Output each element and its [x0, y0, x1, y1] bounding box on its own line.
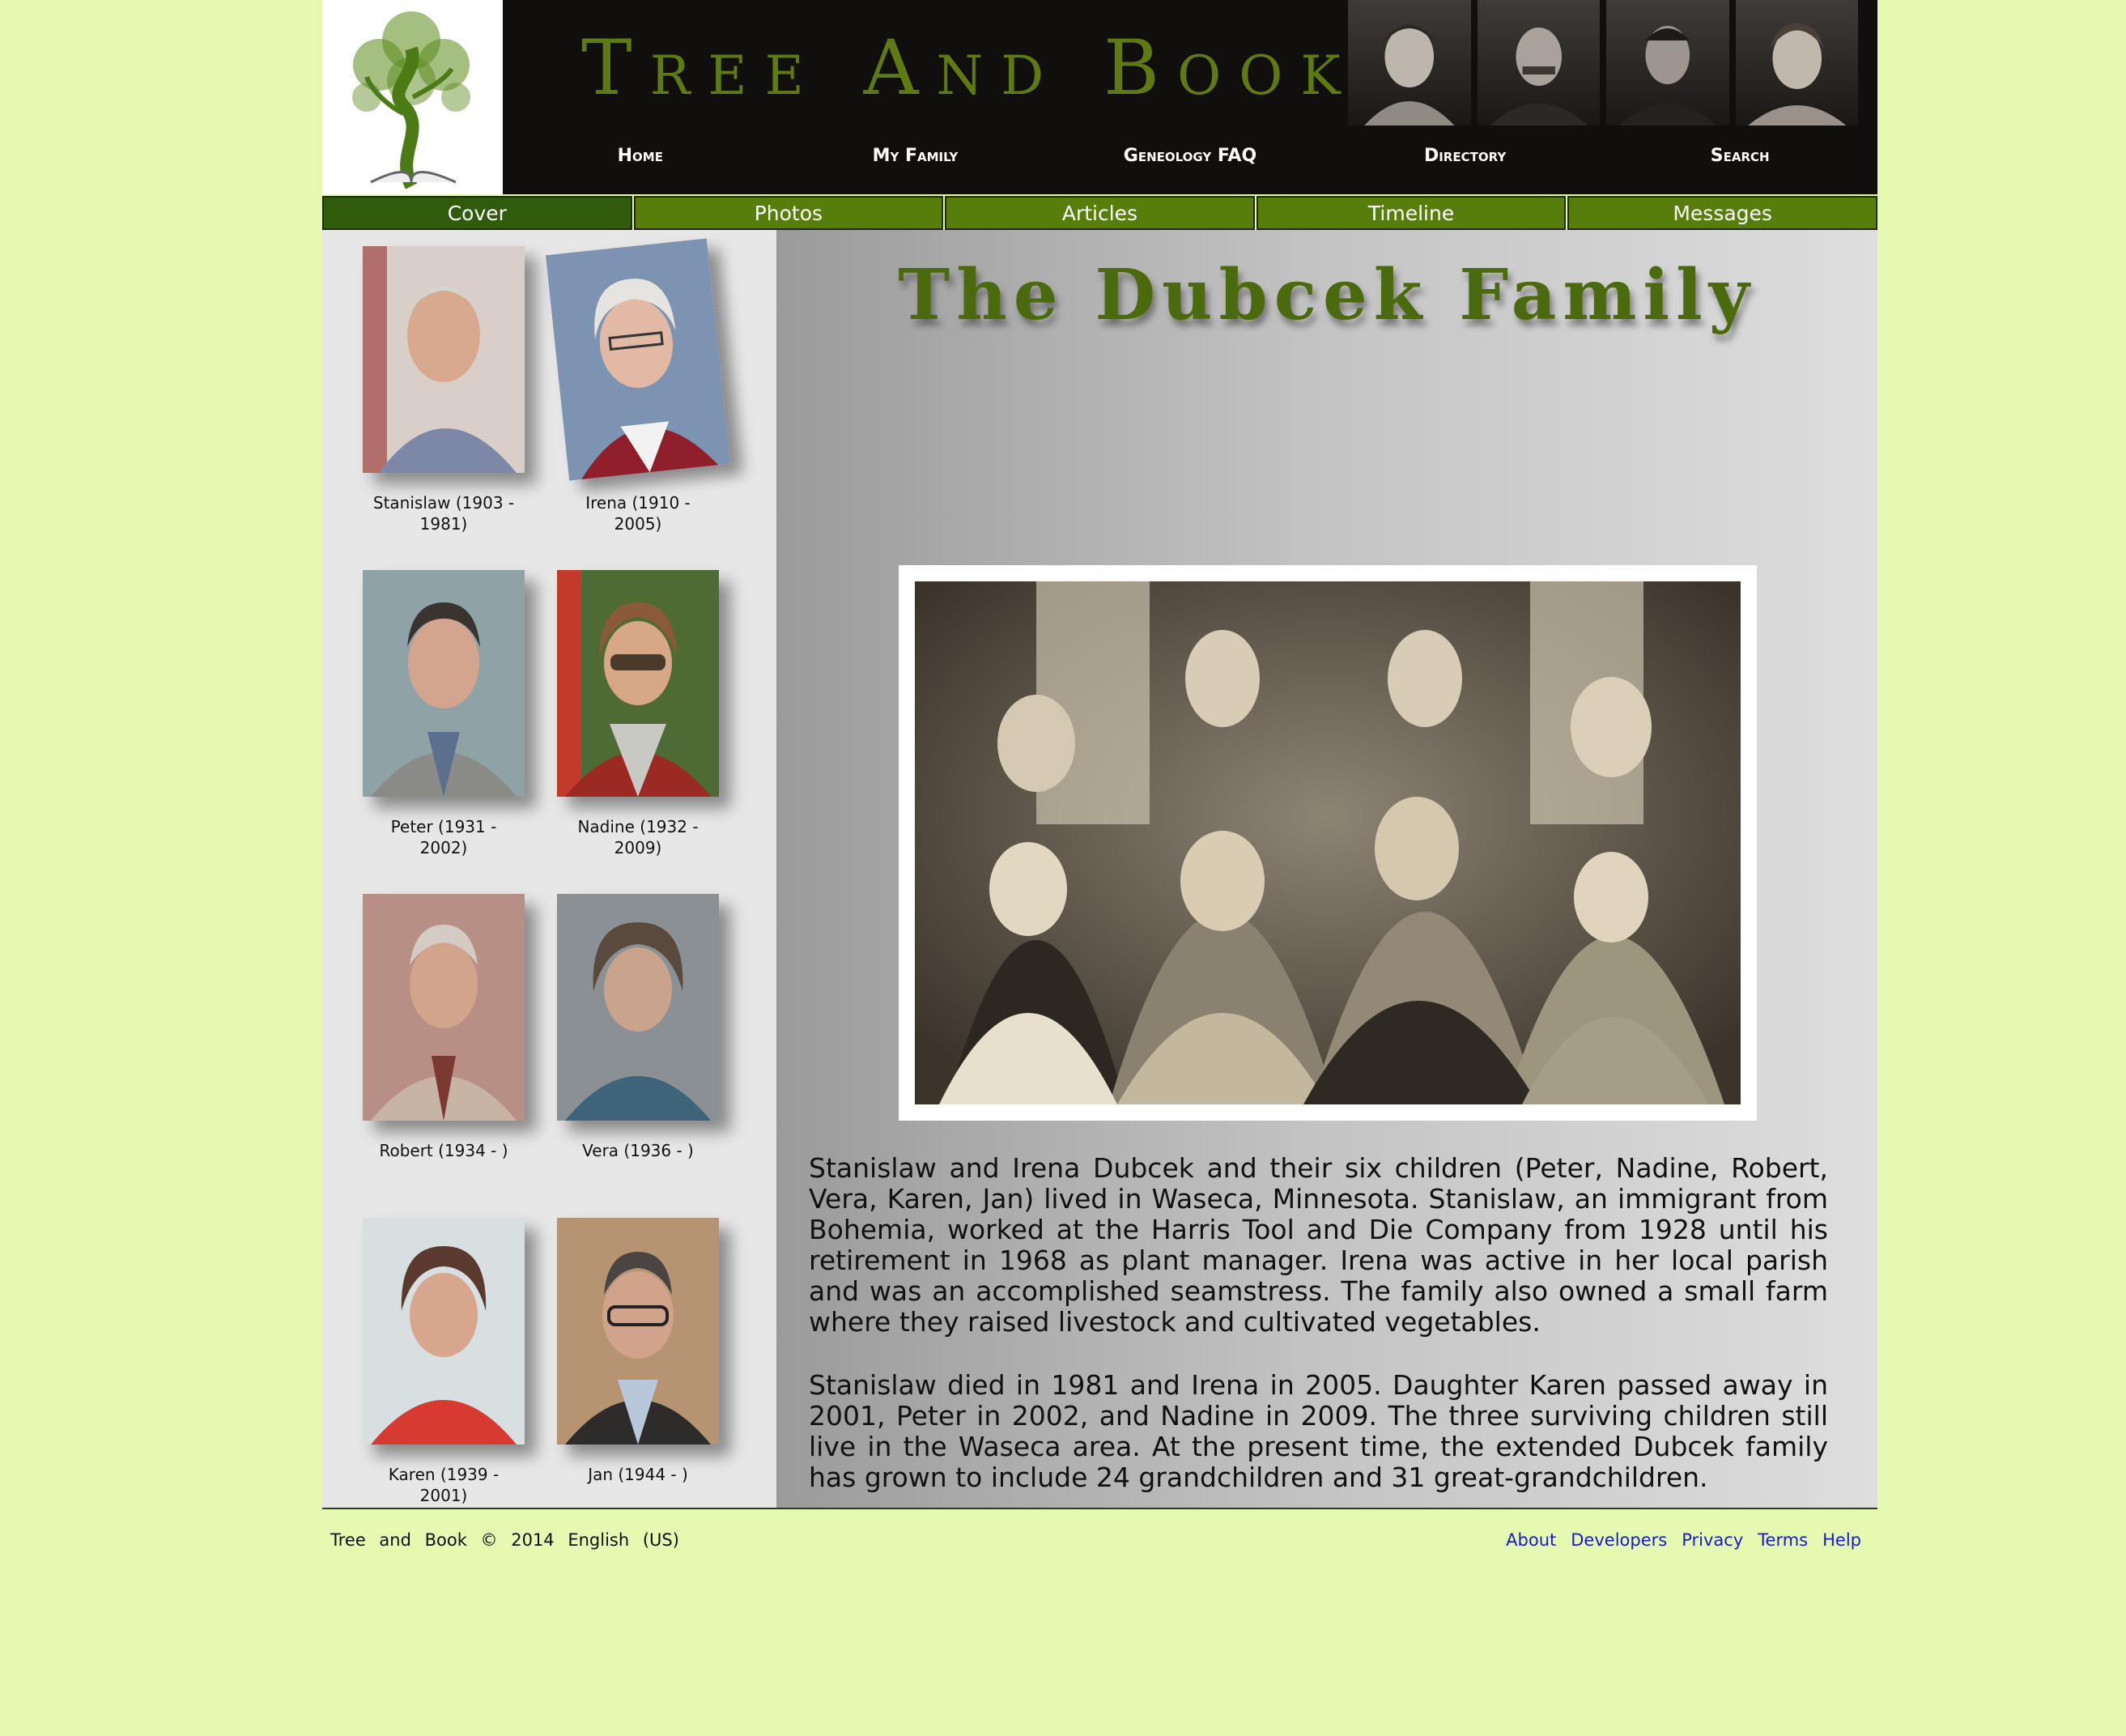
person-card[interactable]: Irena (1910 - 2005): [545, 238, 731, 534]
nav-home[interactable]: Home: [503, 146, 778, 166]
person-caption: Karen (1939 - 2001): [388, 1465, 500, 1505]
description-paragraph: Stanislaw died in 1981 and Irena in 2005…: [809, 1369, 1828, 1493]
portrait-photo[interactable]: [557, 1218, 719, 1445]
footer-link-about[interactable]: About: [1506, 1530, 1556, 1550]
family-photo-frame: [899, 565, 1757, 1121]
portrait-photo[interactable]: [557, 570, 719, 797]
portrait-photo[interactable]: [363, 894, 525, 1121]
header-photo: [1477, 0, 1600, 126]
section-tabs: Cover Photos Articles Timeline Messages: [322, 194, 1877, 230]
site-header: Tree And Book Home My Family Geneology F…: [322, 0, 1877, 194]
person-caption: Irena (1910 - 2005): [585, 493, 691, 534]
nav-search[interactable]: Search: [1602, 146, 1877, 166]
person-card[interactable]: Peter (1931 - 2002): [363, 570, 525, 858]
footer-link-developers[interactable]: Developers: [1571, 1530, 1667, 1550]
portrait-photo[interactable]: [363, 246, 525, 473]
person-caption: Stanislaw (1903 - 1981): [372, 493, 515, 534]
tree-book-logo[interactable]: [322, 0, 503, 194]
header-photo: [1348, 0, 1471, 126]
content-area: Stanislaw (1903 - 1981) Irena (1910 - 20…: [322, 230, 1877, 1509]
family-members-sidebar: Stanislaw (1903 - 1981) Irena (1910 - 20…: [322, 230, 776, 1508]
tab-articles[interactable]: Articles: [945, 196, 1255, 230]
footer-link-terms[interactable]: Terms: [1758, 1530, 1808, 1550]
page-title: The Dubcek Family: [898, 254, 1756, 336]
person-card[interactable]: Jan (1944 - ): [557, 1218, 719, 1485]
tab-photos[interactable]: Photos: [633, 196, 944, 230]
person-card[interactable]: Karen (1939 - 2001): [363, 1218, 525, 1506]
portrait-photo[interactable]: [363, 570, 525, 797]
site-footer: Tree and Book © 2014 English (US) About …: [322, 1509, 1877, 1566]
person-caption: Peter (1931 - 2002): [390, 817, 497, 857]
person-card[interactable]: Stanislaw (1903 - 1981): [363, 246, 525, 534]
nav-directory[interactable]: Directory: [1328, 146, 1603, 166]
tab-timeline[interactable]: Timeline: [1256, 196, 1567, 230]
tab-messages[interactable]: Messages: [1567, 196, 1877, 230]
nav-my-family[interactable]: My Family: [778, 146, 1053, 166]
person-card[interactable]: Robert (1934 - ): [363, 894, 525, 1161]
footer-links: About Developers Privacy Terms Help: [1506, 1530, 1861, 1550]
footer-link-privacy[interactable]: Privacy: [1682, 1530, 1743, 1550]
main-panel: The Dubcek Family Stanislaw and Irena Du…: [776, 230, 1877, 1508]
person-caption: Nadine (1932 - 2009): [577, 817, 699, 857]
family-description: Stanislaw and Irena Dubcek and their six…: [809, 1153, 1828, 1525]
site-title: Tree And Book: [581, 24, 1359, 113]
portrait-photo[interactable]: [557, 894, 719, 1121]
footer-link-help[interactable]: Help: [1822, 1530, 1861, 1550]
nav-geneology-faq[interactable]: Geneology FAQ: [1052, 146, 1328, 166]
person-caption: Robert (1934 - ): [379, 1141, 508, 1160]
copyright-text: Tree and Book © 2014 English (US): [330, 1530, 679, 1550]
family-portrait-photo[interactable]: [915, 581, 1741, 1104]
tab-cover[interactable]: Cover: [322, 196, 632, 230]
header-photo: [1735, 0, 1858, 126]
person-card[interactable]: Nadine (1932 - 2009): [557, 570, 719, 858]
person-card[interactable]: Vera (1936 - ): [557, 894, 719, 1161]
header-photo: [1606, 0, 1729, 126]
person-caption: Vera (1936 - ): [582, 1141, 694, 1160]
description-paragraph: Stanislaw and Irena Dubcek and their six…: [809, 1152, 1828, 1338]
page: Tree And Book Home My Family Geneology F…: [322, 0, 1877, 1566]
portrait-photo[interactable]: [545, 238, 731, 481]
portrait-photo[interactable]: [363, 1218, 525, 1445]
header-photo-strip: [1348, 0, 1858, 126]
person-caption: Jan (1944 - ): [588, 1465, 688, 1484]
top-navigation: Home My Family Geneology FAQ Directory S…: [503, 146, 1877, 166]
